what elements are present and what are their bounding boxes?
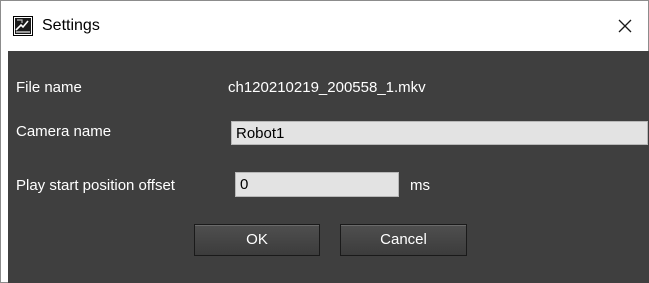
close-icon bbox=[618, 19, 632, 33]
window-title: Settings bbox=[42, 17, 100, 34]
offset-label: Play start position offset bbox=[16, 177, 175, 194]
camera-name-label: Camera name bbox=[16, 123, 112, 140]
settings-dialog: Settings File name ch120210219_200558_1.… bbox=[0, 0, 649, 283]
file-name-value: ch120210219_200558_1.mkv bbox=[228, 79, 426, 96]
file-name-label: File name bbox=[16, 79, 82, 96]
title-bar[interactable]: Settings bbox=[1, 1, 648, 51]
cancel-button[interactable]: Cancel bbox=[340, 224, 467, 256]
camera-name-input[interactable] bbox=[231, 121, 648, 145]
settings-app-icon bbox=[13, 16, 33, 36]
ok-button[interactable]: OK bbox=[194, 224, 320, 256]
close-button[interactable] bbox=[602, 1, 648, 51]
offset-input[interactable] bbox=[235, 172, 399, 197]
settings-panel: File name ch120210219_200558_1.mkv Camer… bbox=[8, 51, 649, 283]
offset-unit-label: ms bbox=[410, 177, 430, 194]
